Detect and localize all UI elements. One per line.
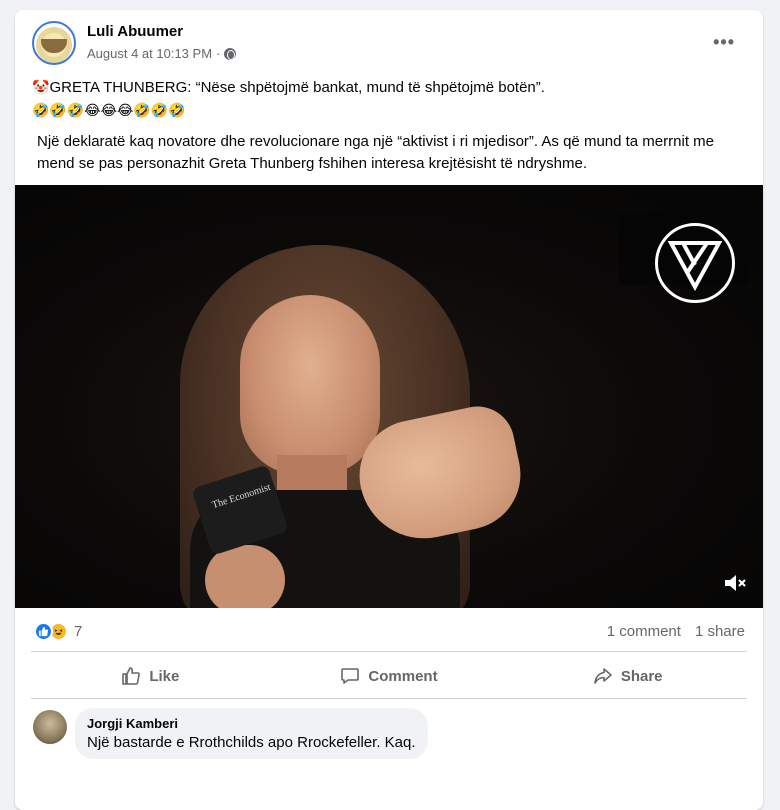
reactions-summary[interactable]: 7 [34, 622, 82, 641]
meta-separator: · [216, 46, 221, 61]
post-paragraph: Një deklaratë kaq novatore dhe revolucio… [37, 133, 714, 172]
video-mic-hand [205, 545, 285, 608]
globe-icon[interactable] [224, 47, 237, 60]
channel-logo-icon [655, 223, 735, 303]
share-button[interactable]: Share [508, 658, 747, 694]
share-count[interactable]: 1 share [695, 623, 745, 640]
commenter-name[interactable]: Jorgji Kamberi [87, 716, 416, 731]
post-emoji-line: 🤣🤣🤣😂😂😂🤣🤣🤣 [32, 102, 186, 118]
comment-label: Comment [368, 667, 438, 685]
post-meta: August 4 at 10:13 PM · [87, 46, 237, 61]
like-label: Like [149, 667, 180, 685]
divider-bottom [31, 698, 747, 699]
share-icon [594, 668, 612, 684]
video-player[interactable]: The Economist [15, 185, 763, 608]
commenter-avatar[interactable] [33, 710, 67, 744]
triangle-logo-icon [667, 241, 723, 292]
author-name[interactable]: Luli Abuumer [87, 23, 183, 40]
post-line-1: 🤡GRETA THUNBERG: “Nëse shpëtojmë bankat,… [32, 76, 747, 99]
post-actions: Like Comment Share [31, 658, 747, 694]
comment-text: Një bastarde e Rrothchilds apo Rrockefel… [87, 734, 416, 751]
more-options-button[interactable]: ••• [713, 32, 735, 53]
post-card: Luli Abuumer August 4 at 10:13 PM · ••• … [15, 10, 763, 810]
clown-emoji: 🤡 [32, 79, 50, 95]
engagement-counts: 1 comment 1 share [607, 623, 745, 640]
post-date[interactable]: August 4 at 10:13 PM [87, 46, 212, 61]
comment-button[interactable]: Comment [270, 658, 509, 694]
post-header: Luli Abuumer August 4 at 10:13 PM · ••• [15, 10, 763, 72]
share-label: Share [620, 667, 663, 685]
post-headline: GRETA THUNBERG: “Nëse shpëtojmë bankat, … [49, 79, 545, 96]
author-avatar[interactable] [32, 21, 76, 65]
divider-top [31, 651, 747, 652]
like-reaction-icon [34, 622, 53, 641]
thumbs-up-icon [122, 667, 141, 685]
avatar-boat-image [41, 39, 67, 53]
comment-bubble: Jorgji Kamberi Një bastarde e Rrothchild… [75, 708, 428, 759]
post-stats: 7 1 comment 1 share [15, 618, 763, 646]
video-person-face [240, 295, 380, 475]
post-text: 🤡GRETA THUNBERG: “Nëse shpëtojmë bankat,… [15, 72, 763, 175]
comment-count[interactable]: 1 comment [607, 623, 681, 640]
mute-icon[interactable] [723, 572, 747, 594]
reaction-count: 7 [74, 623, 83, 640]
like-button[interactable]: Like [31, 658, 270, 694]
comment-icon [341, 668, 360, 684]
